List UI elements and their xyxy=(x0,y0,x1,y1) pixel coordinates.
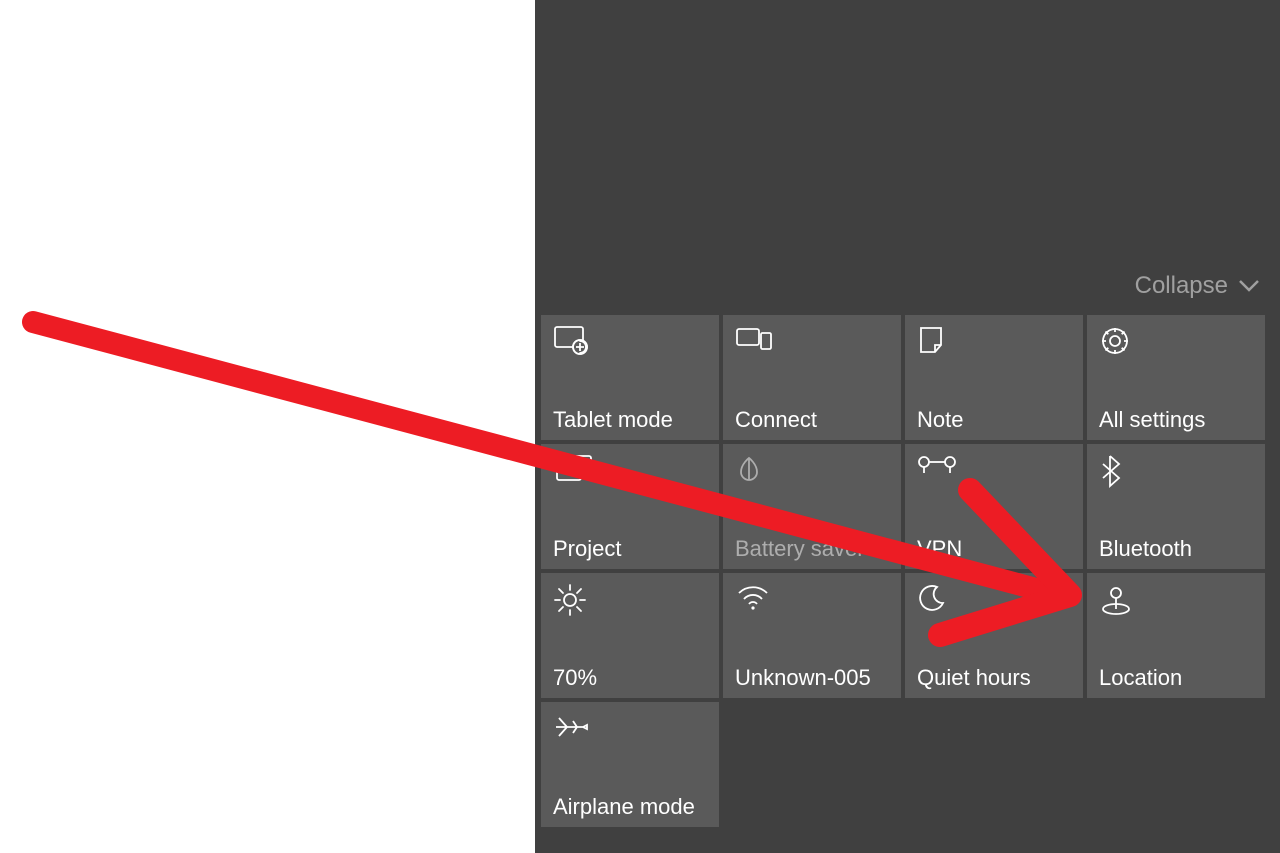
project-icon xyxy=(553,454,707,494)
tile-label: All settings xyxy=(1099,408,1253,432)
tile-battery-saver[interactable]: Battery saver xyxy=(723,444,901,569)
chevron-down-icon xyxy=(1238,279,1260,293)
brightness-icon xyxy=(553,583,707,623)
tile-label: Note xyxy=(917,408,1071,432)
tile-note[interactable]: Note xyxy=(905,315,1083,440)
vpn-icon xyxy=(917,454,1071,494)
tile-label: Bluetooth xyxy=(1099,537,1253,561)
tile-label: Connect xyxy=(735,408,889,432)
tile-label: Battery saver xyxy=(735,537,889,561)
tile-network[interactable]: Unknown-005 xyxy=(723,573,901,698)
connect-icon xyxy=(735,325,889,365)
tile-all-settings[interactable]: All settings xyxy=(1087,315,1265,440)
wifi-icon xyxy=(735,583,889,623)
location-icon xyxy=(1099,583,1253,623)
airplane-icon xyxy=(553,712,707,752)
tile-brightness[interactable]: 70% xyxy=(541,573,719,698)
collapse-button[interactable]: Collapse xyxy=(1135,272,1260,300)
tile-label: 70% xyxy=(553,666,707,690)
tile-label: Project xyxy=(553,537,707,561)
tile-label: Airplane mode xyxy=(553,795,707,819)
quick-actions-grid: Tablet mode Connect Note xyxy=(541,315,1274,827)
tile-connect[interactable]: Connect xyxy=(723,315,901,440)
tile-label: Location xyxy=(1099,666,1253,690)
tile-vpn[interactable]: VPN xyxy=(905,444,1083,569)
battery-saver-icon xyxy=(735,454,889,494)
tile-project[interactable]: Project xyxy=(541,444,719,569)
tile-label: Unknown-005 xyxy=(735,666,889,690)
tile-bluetooth[interactable]: Bluetooth xyxy=(1087,444,1265,569)
quiet-hours-icon xyxy=(917,583,1071,623)
note-icon xyxy=(917,325,1071,365)
tile-label: Tablet mode xyxy=(553,408,707,432)
settings-icon xyxy=(1099,325,1253,365)
tile-quiet-hours[interactable]: Quiet hours xyxy=(905,573,1083,698)
tile-label: Quiet hours xyxy=(917,666,1071,690)
tile-label: VPN xyxy=(917,537,1071,561)
bluetooth-icon xyxy=(1099,454,1253,494)
tile-location[interactable]: Location xyxy=(1087,573,1265,698)
tile-airplane-mode[interactable]: Airplane mode xyxy=(541,702,719,827)
tablet-mode-icon xyxy=(553,325,707,365)
collapse-label: Collapse xyxy=(1135,272,1228,300)
tile-tablet-mode[interactable]: Tablet mode xyxy=(541,315,719,440)
action-center-panel: Collapse Tablet mode xyxy=(535,0,1280,853)
